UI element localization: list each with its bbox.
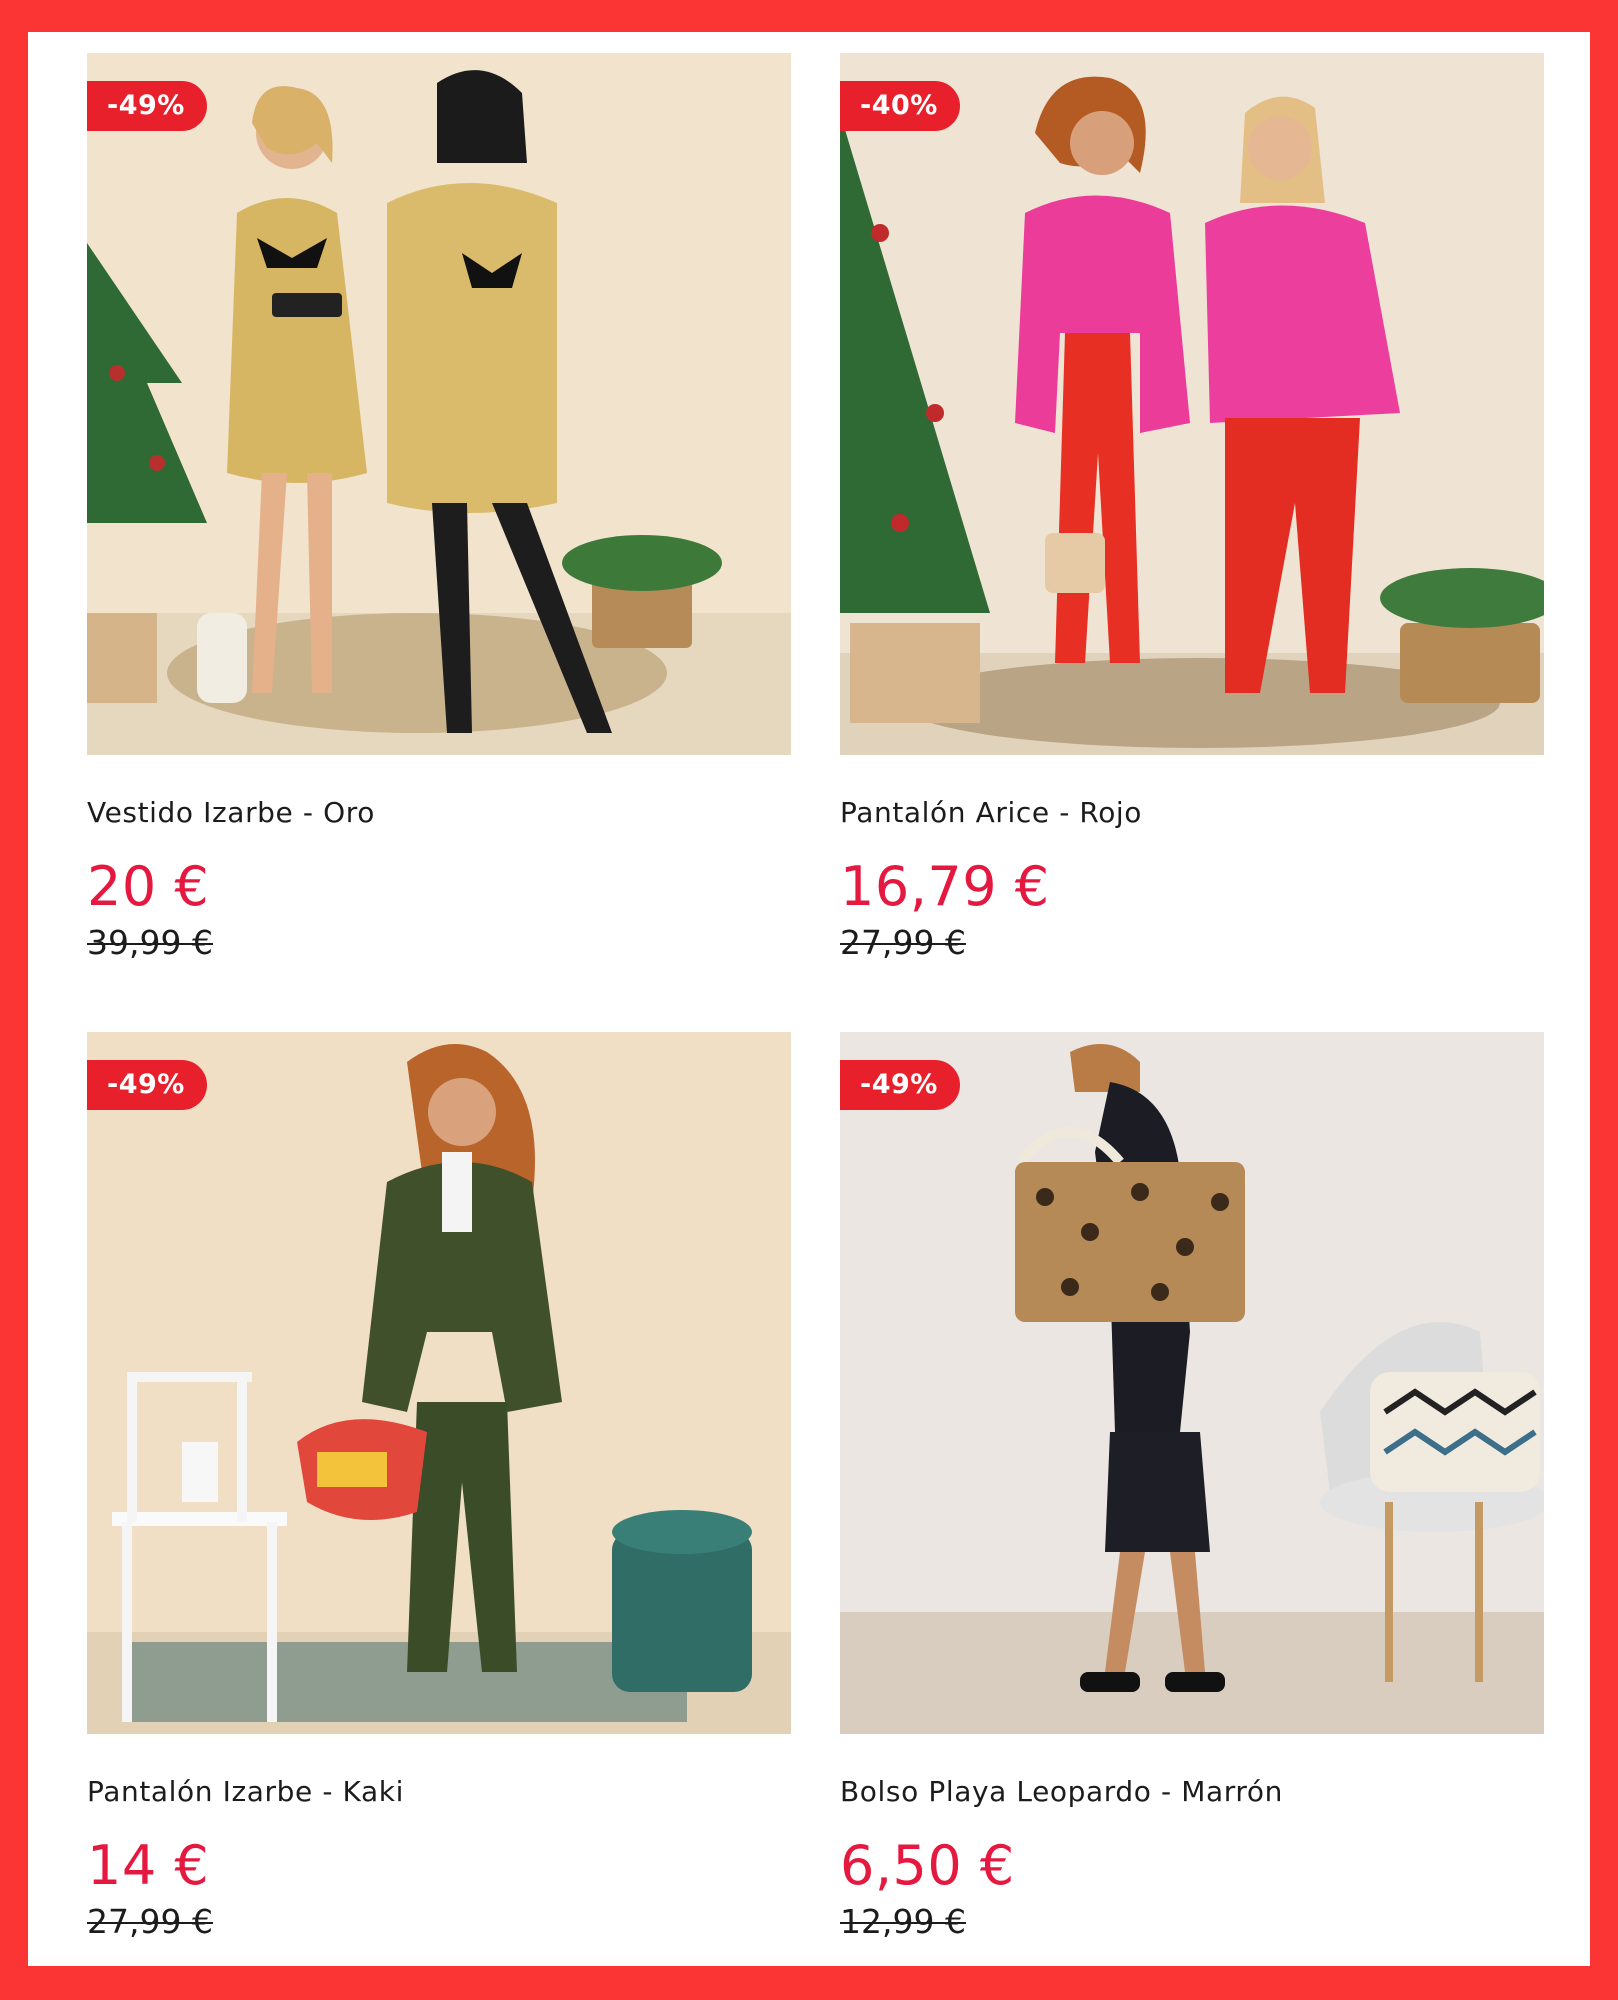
product-name[interactable]: Vestido Izarbe - Oro — [87, 793, 791, 833]
product-price: 14 € — [87, 1834, 210, 1897]
product-photo-khaki-outfit — [87, 1032, 791, 1734]
product-image[interactable]: -49% — [840, 1032, 1544, 1734]
discount-badge: -40% — [840, 81, 960, 131]
product-name[interactable]: Bolso Playa Leopardo - Marrón — [840, 1772, 1544, 1812]
product-photo-gold-dresses — [87, 53, 791, 755]
product-price: 16,79 € — [840, 855, 1050, 918]
product-old-price: 27,99 € — [87, 1902, 213, 1941]
product-grid: -49% Vestido Izarbe - Oro 20 € 39,99 € -… — [28, 32, 1590, 1966]
product-name[interactable]: Pantalón Arice - Rojo — [840, 793, 1544, 833]
product-old-price: 12,99 € — [840, 1902, 966, 1941]
product-old-price: 39,99 € — [87, 923, 213, 962]
product-photo-leopard-bag — [840, 1032, 1544, 1734]
product-price: 6,50 € — [840, 1834, 1015, 1897]
product-old-price: 27,99 € — [840, 923, 966, 962]
product-image[interactable]: -49% — [87, 1032, 791, 1734]
product-card[interactable]: -49% Bolso Playa Leopardo - Marrón 6,50 … — [840, 1032, 1544, 1942]
discount-badge: -49% — [87, 1060, 207, 1110]
product-image[interactable]: -49% — [87, 53, 791, 755]
discount-badge: -49% — [840, 1060, 960, 1110]
product-card[interactable]: -49% Pantalón Izarbe - Kaki 14 € 27,99 € — [87, 1032, 791, 1942]
discount-badge: -49% — [87, 81, 207, 131]
product-price: 20 € — [87, 855, 210, 918]
product-image[interactable]: -40% — [840, 53, 1544, 755]
product-name[interactable]: Pantalón Izarbe - Kaki — [87, 1772, 791, 1812]
product-photo-pink-sweaters — [840, 53, 1544, 755]
product-card[interactable]: -49% Vestido Izarbe - Oro 20 € 39,99 € — [87, 53, 791, 963]
product-card[interactable]: -40% Pantalón Arice - Rojo 16,79 € 27,99… — [840, 53, 1544, 963]
